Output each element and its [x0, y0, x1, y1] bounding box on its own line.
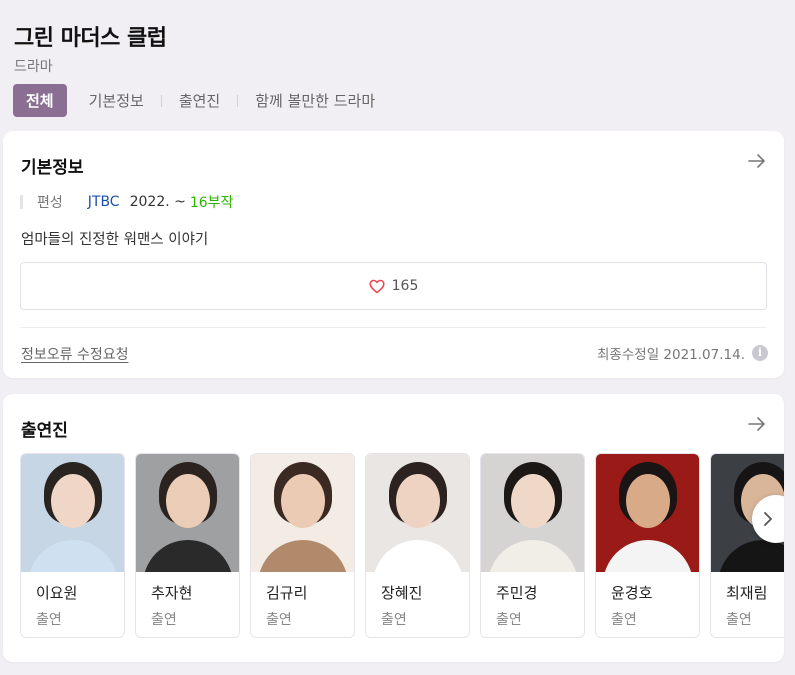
cast-role: 출연: [36, 612, 62, 628]
cast-name: 김규리: [266, 584, 308, 602]
tab-similar-dramas[interactable]: 함께 볼만한 드라마: [251, 90, 379, 111]
last-updated: 최종수정일 2021.07.14. i: [597, 343, 768, 363]
cast-role: 출연: [726, 612, 752, 628]
photo-body: [372, 540, 463, 572]
photo-face: [50, 474, 95, 528]
like-count: 165: [391, 278, 419, 294]
cast-name: 추자현: [151, 584, 193, 602]
cast-photo: [366, 454, 469, 572]
cast-role: 출연: [151, 612, 177, 628]
cast-photo: [21, 454, 124, 572]
cast-member-card[interactable]: 추자현출연: [135, 453, 240, 638]
photo-body: [257, 540, 348, 572]
tab-divider: [160, 94, 162, 107]
arrow-right-icon[interactable]: [748, 154, 766, 168]
info-icon[interactable]: i: [752, 345, 768, 361]
cast-member-card[interactable]: 최재림출연: [710, 453, 784, 638]
divider: [20, 327, 767, 328]
chevron-right-icon: [764, 512, 772, 526]
last-updated-text: 최종수정일 2021.07.14.: [597, 347, 745, 363]
broadcast-label: 편성: [37, 195, 63, 211]
cast-photo: [136, 454, 239, 572]
photo-body: [602, 540, 693, 572]
air-date: 2022. ~: [129, 194, 186, 210]
cast-photo: [596, 454, 699, 572]
like-button[interactable]: 165: [20, 262, 767, 310]
photo-face: [165, 474, 210, 528]
photo-face: [395, 474, 440, 528]
synopsis: 엄마들의 진정한 워맨스 이야기: [21, 232, 209, 248]
photo-face: [625, 474, 670, 528]
photo-body: [27, 540, 118, 572]
cast-card-section: 출연진 이요원 출연 추자현 출연 김규리 출연 장혜진 출연 주민경 출연 윤경호 출연 최재림 출연: [3, 394, 784, 662]
tab-cast[interactable]: 출연진: [175, 90, 224, 111]
episode-count: 16부작: [189, 195, 234, 211]
tab-bar: 전체 기본정보 출연진 함께 볼만한 드라마: [13, 84, 379, 117]
photo-face: [280, 474, 325, 528]
channel-link[interactable]: JTBC: [88, 194, 120, 210]
cast-member-card[interactable]: 장혜진출연: [365, 453, 470, 638]
cast-role: 출연: [266, 612, 292, 628]
cast-list: 이요원 출연 추자현 출연 김규리 출연 장혜진 출연 주민경 출연 윤경호 출연 최재림 출연: [20, 453, 784, 638]
arrow-right-icon[interactable]: [748, 417, 766, 431]
cast-name: 장혜진: [381, 584, 423, 602]
cast-photo: [481, 454, 584, 572]
heart-outline-icon: [369, 279, 385, 293]
basic-info-title: 기본정보: [21, 158, 84, 178]
meta-bar: [20, 195, 23, 209]
photo-face: [510, 474, 555, 528]
cast-member-card[interactable]: 윤경호출연: [595, 453, 700, 638]
tab-all[interactable]: 전체: [13, 84, 67, 117]
cast-name: 최재림: [726, 584, 768, 602]
report-error-link[interactable]: 정보오류 수정요청: [21, 344, 129, 364]
page-header: 그린 마더스 클럽 드라마 전체 기본정보 출연진 함께 볼만한 드라마: [13, 20, 795, 117]
cast-name: 주민경: [496, 584, 538, 602]
cast-role: 출연: [611, 612, 637, 628]
tab-divider: [237, 94, 239, 107]
basic-info-card: 기본정보 편성 JTBC 2022. ~ 16부작 엄마들의 진정한 워맨스 이…: [3, 131, 784, 378]
cast-name: 윤경호: [611, 584, 653, 602]
broadcast-info-row: 편성 JTBC 2022. ~ 16부작: [20, 192, 233, 212]
cast-role: 출연: [381, 612, 407, 628]
page-subtitle: 드라마: [14, 59, 53, 75]
cast-photo: [251, 454, 354, 572]
photo-body: [717, 540, 784, 572]
page-title: 그린 마더스 클럽: [14, 26, 167, 51]
cast-role: 출연: [496, 612, 522, 628]
photo-body: [142, 540, 233, 572]
cast-title: 출연진: [21, 421, 68, 441]
cast-member-card[interactable]: 김규리출연: [250, 453, 355, 638]
cast-member-card[interactable]: 이요원출연: [20, 453, 125, 638]
photo-body: [487, 540, 578, 572]
tab-basic-info[interactable]: 기본정보: [85, 90, 148, 111]
cast-member-card[interactable]: 주민경출연: [480, 453, 585, 638]
cast-name: 이요원: [36, 584, 78, 602]
